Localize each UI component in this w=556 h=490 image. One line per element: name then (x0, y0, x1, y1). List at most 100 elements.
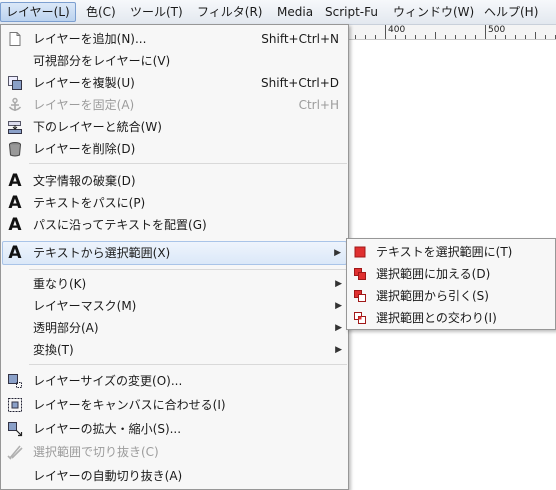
ruler-tick (535, 32, 536, 39)
duplicate-layer-icon (7, 75, 23, 91)
shortcut-label: Ctrl+H (298, 98, 339, 112)
layer-to-canvas-icon (7, 397, 23, 413)
layer-boundary-icon (7, 373, 23, 389)
menu-item-transform[interactable]: 変換(T) ▶ (2, 339, 347, 361)
menu-item-layer-to-image-size[interactable]: レイヤーをキャンバスに合わせる(I) (2, 394, 347, 416)
menu-filters[interactable]: フィルタ(R) (192, 2, 267, 22)
menu-item-crop-to-selection[interactable]: 選択範囲で切り抜き(C) (2, 441, 347, 463)
menu-item-label: レイヤーを追加(N)... (33, 32, 147, 46)
menu-item-discard-text-info[interactable]: A 文字情報の破棄(D) (2, 170, 347, 192)
menu-item-autocrop-layer[interactable]: レイヤーの自動切り抜き(A) (2, 465, 347, 487)
shortcut-label: Shift+Ctrl+N (261, 32, 339, 46)
selection-replace-icon (354, 246, 366, 258)
menu-script-fu[interactable]: Script-Fu (320, 2, 383, 22)
merge-down-icon (7, 119, 23, 135)
trash-icon (7, 141, 23, 157)
ruler-label: 500 (488, 25, 506, 35)
ruler-tick (445, 35, 446, 39)
new-layer-icon (7, 31, 23, 47)
ruler-tick (545, 35, 546, 39)
menu-item-layer-boundary-size[interactable]: レイヤーサイズの変更(O)... (2, 370, 347, 392)
menu-item-label: レイヤーサイズの変更(O)... (33, 374, 183, 388)
ruler-tick (415, 35, 416, 39)
menu-windows[interactable]: ウィンドウ(W) (388, 2, 479, 22)
scale-layer-icon (7, 421, 23, 437)
ruler-tick (355, 35, 356, 39)
menu-item-label: レイヤーを削除(D) (33, 142, 136, 156)
ruler-tick (435, 32, 436, 39)
menu-item-label: 選択範囲で切り抜き(C) (33, 445, 159, 459)
menu-separator (29, 269, 347, 270)
menu-separator (29, 364, 347, 365)
menu-layer[interactable]: レイヤー(L) (0, 2, 76, 22)
ruler-tick (485, 25, 486, 39)
menu-item-label: 変換(T) (33, 343, 74, 357)
menu-item-label: 透明部分(A) (33, 321, 99, 335)
ruler-label: 400 (388, 25, 406, 35)
submenu-item-add[interactable]: 選択範囲に加える(D) (349, 263, 553, 285)
submenu-item-label: 選択範囲との交わり(I) (376, 311, 497, 325)
menu-separator (29, 163, 347, 164)
menu-media[interactable]: Media (272, 2, 318, 22)
submenu-item-subtract[interactable]: 選択範囲から引く(S) (349, 285, 553, 307)
menu-item-label: テキストから選択範囲(X) (33, 246, 171, 260)
menu-colors[interactable]: 色(C) (81, 2, 121, 22)
menu-item-new-layer[interactable]: レイヤーを追加(N)... Shift+Ctrl+N (2, 28, 347, 50)
submenu-item-label: 選択範囲に加える(D) (376, 267, 491, 281)
menubar: レイヤー(L) 色(C) ツール(T) フィルタ(R) Media Script… (0, 0, 556, 25)
menu-item-stack[interactable]: 重なり(K) ▶ (2, 273, 347, 295)
shortcut-label: Shift+Ctrl+D (261, 76, 339, 90)
menu-item-label: 可視部分をレイヤーに(V) (33, 54, 171, 68)
text-tool-icon: A (8, 193, 22, 213)
menu-item-label: レイヤーを固定(A) (33, 98, 135, 112)
menu-item-anchor-layer[interactable]: レイヤーを固定(A) Ctrl+H (2, 94, 347, 116)
menu-item-label: 文字情報の破棄(D) (33, 174, 136, 188)
ruler-tick (515, 35, 516, 39)
menu-item-label: パスに沿ってテキストを配置(G) (33, 218, 207, 232)
menu-item-new-from-visible[interactable]: 可視部分をレイヤーに(V) (2, 50, 347, 72)
selection-add-icon (354, 268, 366, 280)
submenu-item-label: テキストを選択範囲に(T) (376, 245, 513, 259)
menu-item-label: レイヤーの自動切り抜き(A) (33, 469, 183, 483)
menu-tools[interactable]: ツール(T) (125, 2, 188, 22)
ruler-tick (385, 25, 386, 39)
menu-item-duplicate-layer[interactable]: レイヤーを複製(U) Shift+Ctrl+D (2, 72, 347, 94)
menu-item-transparency[interactable]: 透明部分(A) ▶ (2, 317, 347, 339)
submenu-item-replace[interactable]: テキストを選択範囲に(T) (349, 241, 553, 263)
ruler-tick (425, 35, 426, 39)
text-tool-icon: A (8, 171, 22, 191)
menu-item-text-to-path[interactable]: A テキストをパスに(P) (2, 192, 347, 214)
submenu-arrow-icon: ▶ (334, 248, 341, 258)
anchor-icon (7, 97, 23, 113)
menu-item-text-to-selection[interactable]: A テキストから選択範囲(X) ▶ (2, 241, 347, 265)
menu-help[interactable]: ヘルプ(H) (479, 2, 543, 22)
menu-item-merge-down[interactable]: 下のレイヤーと統合(W) (2, 116, 347, 138)
ruler-tick (475, 35, 476, 39)
submenu-item-intersect[interactable]: 選択範囲との交わり(I) (349, 307, 553, 329)
text-to-selection-submenu: テキストを選択範囲に(T) 選択範囲に加える(D) 選択範囲から引く(S) 選択… (346, 238, 556, 330)
menu-item-label: レイヤーの拡大・縮小(S)... (33, 422, 182, 436)
submenu-arrow-icon: ▶ (335, 301, 342, 311)
menu-item-label: 下のレイヤーと統合(W) (33, 120, 162, 134)
text-tool-icon: A (8, 215, 22, 235)
menu-item-layer-mask[interactable]: レイヤーマスク(M) ▶ (2, 295, 347, 317)
menu-item-label: レイヤーを複製(U) (33, 76, 135, 90)
menu-item-text-along-path[interactable]: A パスに沿ってテキストを配置(G) (2, 214, 347, 236)
submenu-arrow-icon: ▶ (335, 279, 342, 289)
ruler-tick (465, 35, 466, 39)
submenu-item-label: 選択範囲から引く(S) (376, 289, 489, 303)
text-tool-icon: A (8, 243, 22, 263)
submenu-arrow-icon: ▶ (335, 345, 342, 355)
ruler-tick (375, 35, 376, 39)
selection-intersect-icon (354, 312, 366, 324)
menu-item-label: レイヤーをキャンバスに合わせる(I) (33, 398, 226, 412)
ruler-tick (455, 35, 456, 39)
menu-item-scale-layer[interactable]: レイヤーの拡大・縮小(S)... (2, 418, 347, 440)
ruler-tick (525, 35, 526, 39)
menu-item-label: 重なり(K) (33, 277, 87, 291)
ruler-tick (365, 35, 366, 39)
selection-subtract-icon (354, 290, 366, 302)
menu-item-delete-layer[interactable]: レイヤーを削除(D) (2, 138, 347, 160)
menu-item-label: テキストをパスに(P) (33, 196, 146, 210)
submenu-arrow-icon: ▶ (335, 323, 342, 333)
